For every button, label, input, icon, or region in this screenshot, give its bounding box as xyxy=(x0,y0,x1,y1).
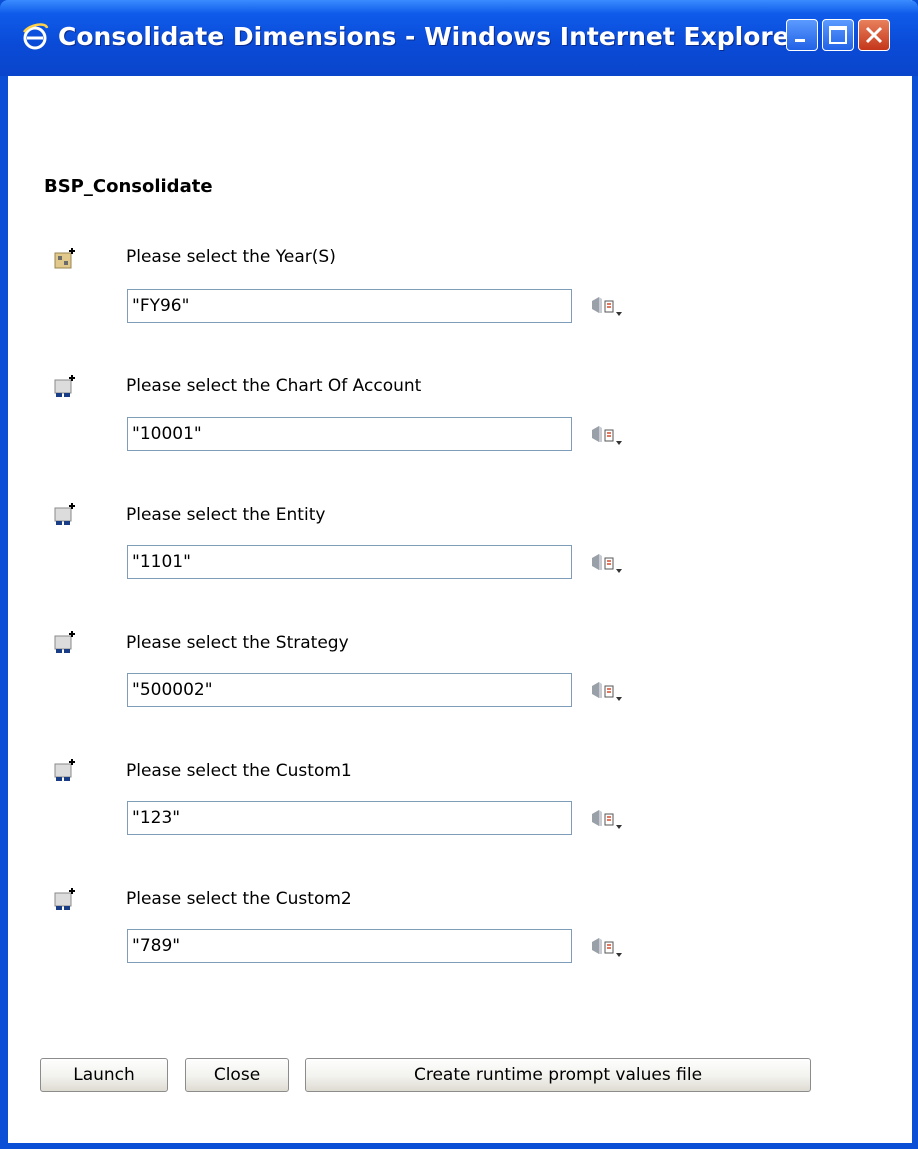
browser-window: Consolidate Dimensions - Windows Interne… xyxy=(0,0,918,1149)
internet-explorer-icon xyxy=(23,23,49,50)
title-bar[interactable]: Consolidate Dimensions - Windows Interne… xyxy=(0,0,918,76)
member-selector-icon[interactable] xyxy=(589,423,625,449)
prompt-label-chart-of-account: Please select the Chart Of Account xyxy=(126,376,422,396)
close-window-button[interactable] xyxy=(858,19,890,51)
member-selector-icon[interactable] xyxy=(589,807,625,833)
member-selector-icon[interactable] xyxy=(589,679,625,705)
chart-of-account-input[interactable] xyxy=(127,417,572,451)
launch-button[interactable]: Launch xyxy=(40,1058,168,1092)
prompt-label-custom1: Please select the Custom1 xyxy=(126,761,352,781)
custom2-input[interactable] xyxy=(127,929,572,963)
dimension-member-icon xyxy=(54,888,75,910)
entity-input[interactable] xyxy=(127,545,572,579)
create-runtime-prompt-values-file-button[interactable]: Create runtime prompt values file xyxy=(305,1058,811,1092)
dimension-member-icon xyxy=(54,248,75,269)
dimension-member-icon xyxy=(54,759,75,781)
prompt-label-strategy: Please select the Strategy xyxy=(126,633,349,653)
dimension-member-icon xyxy=(54,631,75,653)
dimension-member-icon xyxy=(54,503,75,525)
minimize-button[interactable] xyxy=(786,19,818,51)
strategy-input[interactable] xyxy=(127,673,572,707)
close-button[interactable]: Close xyxy=(185,1058,289,1092)
member-selector-icon[interactable] xyxy=(589,294,625,320)
member-selector-icon[interactable] xyxy=(589,935,625,961)
dimension-member-icon xyxy=(54,375,75,397)
prompt-label-custom2: Please select the Custom2 xyxy=(126,889,352,909)
year-input[interactable] xyxy=(127,289,572,323)
window-title: Consolidate Dimensions - Windows Interne… xyxy=(58,22,802,51)
member-selector-icon[interactable] xyxy=(589,551,625,577)
page-title: BSP_Consolidate xyxy=(44,176,213,197)
custom1-input[interactable] xyxy=(127,801,572,835)
prompt-label-entity: Please select the Entity xyxy=(126,505,326,525)
maximize-button[interactable] xyxy=(822,19,854,51)
maximize-icon xyxy=(829,26,847,44)
close-icon xyxy=(865,26,883,44)
minimize-icon xyxy=(795,39,805,42)
prompt-label-year: Please select the Year(S) xyxy=(126,247,336,267)
